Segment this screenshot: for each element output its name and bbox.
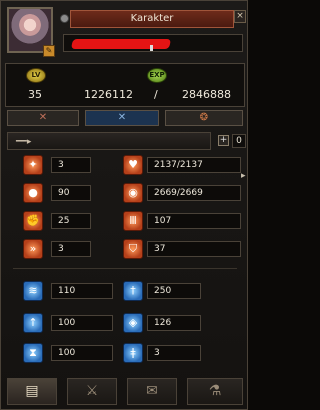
tab-defense[interactable]: ✕ <box>85 110 159 126</box>
strength-icon: ✦ <box>23 155 43 175</box>
stat-value: 110 <box>51 283 113 299</box>
stat-value: 3 <box>51 241 91 257</box>
tab-scrolls[interactable]: ✉ <box>127 378 177 405</box>
tab-character-sheet[interactable]: ▤ <box>7 378 57 405</box>
dagger-icon: † <box>123 281 143 301</box>
stat-value: 2137/2137 <box>147 157 241 173</box>
exp-badge-icon: EXP <box>147 68 167 83</box>
redacted-name <box>70 39 172 49</box>
speed-icon: » <box>23 239 43 259</box>
pillar-icon: Ⅲ <box>123 211 143 231</box>
section-divider <box>13 268 237 269</box>
stat-value: 90 <box>51 185 91 201</box>
tab-skills[interactable]: ⚗ <box>187 378 243 405</box>
expand-arrow-icon[interactable]: ▸ <box>241 171 246 181</box>
potion-icon: ⚗ <box>208 383 222 399</box>
stat-value: 3 <box>51 157 91 173</box>
exp-separator: / <box>154 88 158 101</box>
window-menu-icon[interactable] <box>60 14 69 23</box>
window-title: Karakter <box>70 10 234 28</box>
character-window: ✎ Karakter × LV EXP 35 1226112 / 2846888… <box>0 0 248 410</box>
arm-icon: ✊ <box>23 211 43 231</box>
stat-value: 37 <box>147 241 241 257</box>
scroll-case-icon: ✉ <box>146 383 158 399</box>
sword-icon: ⚔ <box>85 383 99 399</box>
exp-max: 2846888 <box>182 88 231 101</box>
character-name-field <box>63 34 243 52</box>
weapon-slot-bar[interactable]: ━━▸ <box>7 132 211 150</box>
stat-value: 126 <box>147 315 201 331</box>
tab-weapons[interactable]: ⚔ <box>67 378 117 405</box>
ornament-icon: ❂ <box>199 112 209 123</box>
bolt-icon: ǂ <box>123 343 143 363</box>
stat-value: 3 <box>147 345 201 361</box>
tab-special[interactable]: ❂ <box>165 110 243 126</box>
close-button[interactable]: × <box>234 10 246 23</box>
stat-value: 250 <box>147 283 201 299</box>
hourglass-icon: ⧗ <box>23 343 43 363</box>
level-value: 35 <box>28 88 42 101</box>
wing-icon: ≋ <box>23 281 43 301</box>
crossed-swords-blue-icon: ✕ <box>117 112 127 123</box>
stat-value: 107 <box>147 213 241 229</box>
add-point-button[interactable]: + <box>218 135 229 146</box>
stat-value: 100 <box>51 315 113 331</box>
stat-value: 2669/2669 <box>147 185 241 201</box>
blade-icon: ━━▸ <box>16 137 32 147</box>
stat-value: 100 <box>51 345 113 361</box>
name-marker <box>150 45 153 51</box>
heart-icon: ♥ <box>123 155 143 175</box>
pencil-icon[interactable]: ✎ <box>43 45 55 57</box>
scroll-icon: ▤ <box>25 383 39 399</box>
exp-current: 1226112 <box>84 88 133 101</box>
tab-offense[interactable]: ✕ <box>7 110 79 126</box>
level-exp-panel: LV EXP 35 1226112 / 2846888 <box>5 63 245 107</box>
head-icon: ● <box>23 183 43 203</box>
sword-up-icon: ↑ <box>23 313 43 333</box>
mana-orb-icon: ◉ <box>123 183 143 203</box>
guard-icon: ◈ <box>123 313 143 333</box>
shield-icon: ⛉ <box>123 239 143 259</box>
slot-count: 0 <box>232 134 246 148</box>
stat-value: 25 <box>51 213 91 229</box>
crossed-swords-icon: ✕ <box>38 112 48 123</box>
level-badge-icon: LV <box>26 68 46 83</box>
